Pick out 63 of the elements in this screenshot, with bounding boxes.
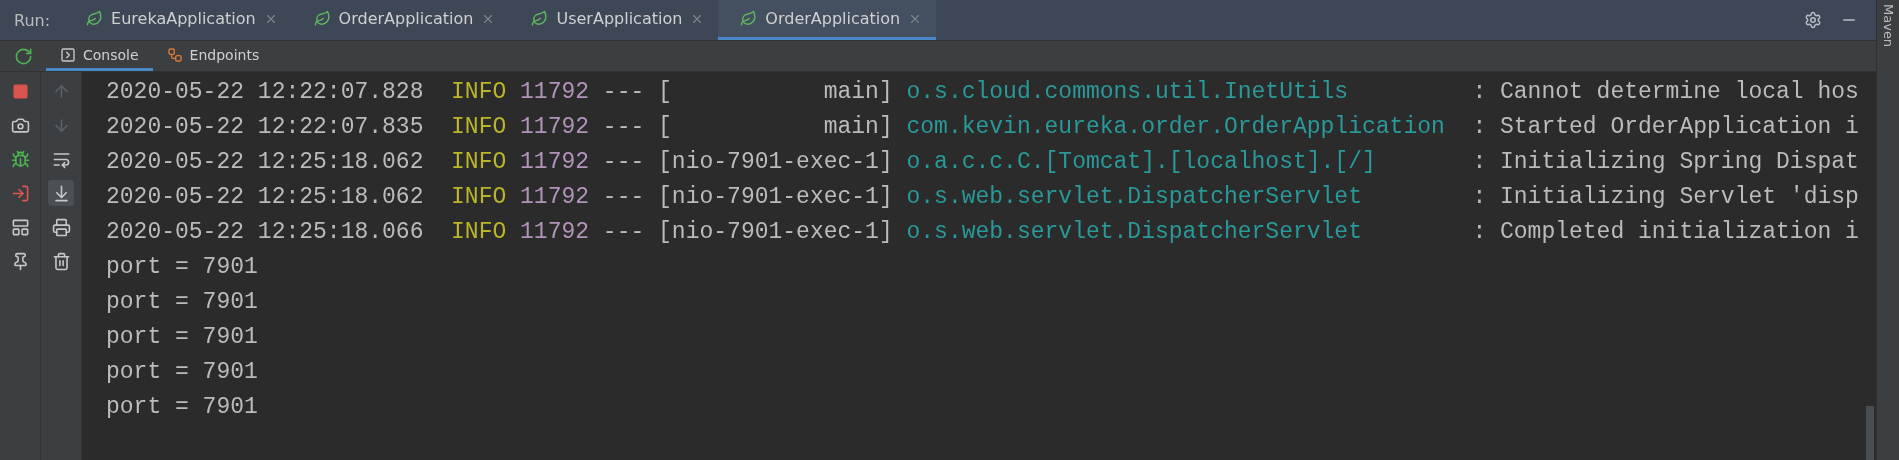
log-timestamp: 2020-05-22 12:22:07.828 (106, 78, 425, 105)
printer-icon[interactable] (51, 217, 71, 237)
console-text: port = 7901 (106, 253, 258, 280)
leaf-icon (313, 10, 331, 27)
log-timestamp: 2020-05-22 12:25:18.062 (106, 183, 425, 210)
log-separator: --- (602, 218, 646, 245)
camera-icon[interactable] (10, 115, 30, 135)
log-message: : Cannot determine local hos (1472, 78, 1859, 105)
log-logger: o.a.c.c.C.[Tomcat].[localhost].[/] (906, 148, 1377, 175)
log-message: : Initializing Spring Dispat (1472, 148, 1859, 175)
log-level: INFO (451, 78, 508, 105)
log-level: INFO (451, 218, 508, 245)
run-tab[interactable]: OrderApplication (291, 0, 510, 40)
log-message: : Started OrderApplication i (1472, 113, 1859, 140)
trash-icon[interactable] (51, 251, 71, 271)
log-pid: 11792 (520, 218, 591, 245)
layout-icon[interactable] (10, 217, 30, 237)
log-level: INFO (451, 183, 508, 210)
rerun-icon[interactable] (13, 46, 33, 66)
endpoints-icon (166, 46, 183, 63)
log-pid: 11792 (520, 113, 591, 140)
log-separator: --- (602, 113, 646, 140)
log-timestamp: 2020-05-22 12:25:18.062 (106, 148, 425, 175)
run-tab[interactable]: OrderApplication (718, 0, 937, 40)
run-tab[interactable]: UserApplication (509, 0, 719, 40)
log-message: : Completed initialization i (1472, 218, 1859, 245)
leaf-icon (86, 10, 104, 27)
log-timestamp: 2020-05-22 12:25:18.066 (106, 218, 425, 245)
log-logger: o.s.web.servlet.DispatcherServlet (906, 218, 1363, 245)
stop-icon[interactable] (11, 82, 29, 100)
log-separator: --- (602, 183, 646, 210)
log-level: INFO (451, 148, 508, 175)
run-tab[interactable]: EurekaApplication (64, 0, 292, 40)
console-text: port = 7901 (106, 288, 258, 315)
run-label: Run: (14, 10, 51, 30)
log-thread: [ main] (658, 113, 894, 140)
log-thread: [nio-7901-exec-1] (658, 148, 894, 175)
log-logger: o.s.cloud.commons.util.InetUtils (906, 78, 1350, 105)
log-thread: [ main] (658, 78, 894, 105)
bug-icon[interactable] (10, 149, 30, 169)
log-message: : Initializing Servlet 'disp (1472, 183, 1859, 210)
exit-icon[interactable] (10, 183, 30, 203)
console-text: port = 7901 (106, 358, 258, 385)
log-logger: o.s.web.servlet.DispatcherServlet (906, 183, 1363, 210)
console-text: port = 7901 (106, 393, 258, 420)
log-level: INFO (451, 113, 508, 140)
log-thread: [nio-7901-exec-1] (658, 218, 894, 245)
leaf-icon (531, 10, 549, 27)
scrollbar-thumb[interactable] (1866, 406, 1874, 460)
console-tab[interactable]: Endpoints (152, 41, 274, 71)
log-logger: com.kevin.eureka.order.OrderApplication (906, 113, 1446, 140)
log-pid: 11792 (520, 183, 591, 210)
settings-icon[interactable] (1804, 11, 1822, 29)
log-separator: --- (602, 78, 646, 105)
log-pid: 11792 (520, 148, 591, 175)
maven-tool-tab[interactable]: Maven (1880, 0, 1896, 460)
log-thread: [nio-7901-exec-1] (658, 183, 894, 210)
log-timestamp: 2020-05-22 12:22:07.835 (106, 113, 425, 140)
terminal-icon (60, 46, 76, 63)
leaf-icon (740, 10, 758, 27)
console-text: port = 7901 (106, 323, 258, 350)
log-pid: 11792 (520, 78, 591, 105)
log-separator: --- (602, 148, 646, 175)
